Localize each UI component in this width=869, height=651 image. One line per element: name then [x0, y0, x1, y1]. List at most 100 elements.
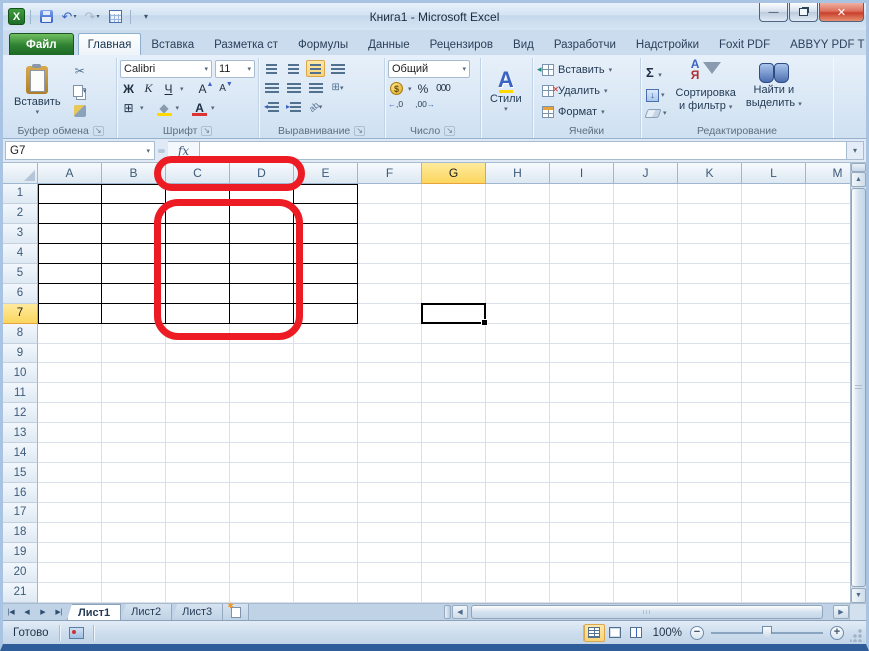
fill-color-caret[interactable]: ▾: [176, 104, 180, 112]
cell-H4[interactable]: [486, 243, 550, 264]
cell-J9[interactable]: [614, 343, 678, 364]
cell-F12[interactable]: [358, 403, 422, 424]
cell-G1[interactable]: [422, 184, 486, 204]
cell-L17[interactable]: [742, 503, 806, 523]
tab-foxit-pdf[interactable]: Foxit PDF: [709, 33, 780, 55]
cell-A8[interactable]: [38, 323, 102, 344]
cell-K4[interactable]: [678, 243, 742, 264]
cell-J4[interactable]: [614, 243, 678, 264]
align-center-button[interactable]: [284, 79, 303, 96]
cell-K19[interactable]: [678, 542, 742, 563]
cell-E14[interactable]: [294, 443, 358, 464]
cell-I6[interactable]: [550, 283, 614, 304]
cell-C20[interactable]: [166, 562, 230, 583]
cell-C9[interactable]: [166, 343, 230, 364]
column-header-M[interactable]: M: [806, 163, 850, 184]
cell-L20[interactable]: [742, 562, 806, 583]
page-layout-view-button[interactable]: [605, 624, 626, 642]
cell-K1[interactable]: [678, 184, 742, 204]
cell-F15[interactable]: [358, 463, 422, 484]
cell-M8[interactable]: [806, 323, 850, 344]
cell-M16[interactable]: [806, 483, 850, 503]
page-break-view-button[interactable]: [626, 624, 647, 642]
resize-grip[interactable]: [850, 629, 863, 642]
scroll-right-icon[interactable]: ▶: [833, 605, 849, 619]
tab-надстройки[interactable]: Надстройки: [626, 33, 709, 55]
cell-J13[interactable]: [614, 423, 678, 444]
cell-F21[interactable]: [358, 582, 422, 603]
cell-K2[interactable]: [678, 203, 742, 224]
font-size-select[interactable]: 11 ▾: [215, 60, 255, 78]
cell-D17[interactable]: [230, 503, 294, 523]
cell-L21[interactable]: [742, 582, 806, 603]
cell-I17[interactable]: [550, 503, 614, 523]
cell-G15[interactable]: [422, 463, 486, 484]
prev-sheet-button[interactable]: ◀: [19, 604, 35, 620]
cell-A1[interactable]: [38, 184, 102, 204]
cell-B1[interactable]: [102, 184, 166, 204]
cell-E8[interactable]: [294, 323, 358, 344]
column-header-I[interactable]: I: [550, 163, 614, 184]
cell-I7[interactable]: [550, 303, 614, 324]
vertical-scrollbar[interactable]: ▲ ▼: [850, 163, 866, 603]
cell-G21[interactable]: [422, 582, 486, 603]
cell-G17[interactable]: [422, 503, 486, 523]
cell-K20[interactable]: [678, 562, 742, 583]
cell-A18[interactable]: [38, 522, 102, 543]
cell-H16[interactable]: [486, 483, 550, 503]
zoom-slider[interactable]: [711, 625, 823, 639]
cell-M12[interactable]: [806, 403, 850, 424]
cell-A16[interactable]: [38, 483, 102, 503]
cell-D12[interactable]: [230, 403, 294, 424]
cell-F9[interactable]: [358, 343, 422, 364]
align-bottom-button[interactable]: [306, 60, 325, 77]
cell-E11[interactable]: [294, 383, 358, 404]
cell-H20[interactable]: [486, 562, 550, 583]
row-header-8[interactable]: 8: [3, 323, 38, 344]
tab-рецензиров[interactable]: Рецензиров: [420, 33, 503, 55]
cell-D21[interactable]: [230, 582, 294, 603]
macro-record-icon[interactable]: [68, 626, 84, 639]
cell-E9[interactable]: [294, 343, 358, 364]
cell-M18[interactable]: [806, 522, 850, 543]
cell-L2[interactable]: [742, 203, 806, 224]
cell-I11[interactable]: [550, 383, 614, 404]
cell-L10[interactable]: [742, 363, 806, 384]
cell-E21[interactable]: [294, 582, 358, 603]
cell-B14[interactable]: [102, 443, 166, 464]
cell-A13[interactable]: [38, 423, 102, 444]
styles-button[interactable]: А Стили ▾: [484, 59, 528, 123]
cell-A3[interactable]: [38, 223, 102, 244]
cell-M19[interactable]: [806, 542, 850, 563]
cell-J8[interactable]: [614, 323, 678, 344]
row-header-21[interactable]: 21: [3, 582, 38, 603]
sheet-tab-лист3[interactable]: Лист3: [172, 604, 224, 620]
percent-style-button[interactable]: %: [415, 80, 432, 97]
cell-F8[interactable]: [358, 323, 422, 344]
cell-J2[interactable]: [614, 203, 678, 224]
cell-K6[interactable]: [678, 283, 742, 304]
cell-J16[interactable]: [614, 483, 678, 503]
cell-E15[interactable]: [294, 463, 358, 484]
cell-E3[interactable]: [294, 223, 358, 244]
row-header-20[interactable]: 20: [3, 562, 38, 583]
cell-J21[interactable]: [614, 582, 678, 603]
cell-C17[interactable]: [166, 503, 230, 523]
cell-D18[interactable]: [230, 522, 294, 543]
cell-K3[interactable]: [678, 223, 742, 244]
cell-D10[interactable]: [230, 363, 294, 384]
vertical-split-handle[interactable]: [851, 163, 866, 172]
find-select-button[interactable]: Найти и выделить ▾: [741, 59, 807, 123]
excel-logo-icon[interactable]: X: [8, 8, 25, 25]
cell-G6[interactable]: [422, 283, 486, 304]
cell-G9[interactable]: [422, 343, 486, 364]
cell-H14[interactable]: [486, 443, 550, 464]
cell-J14[interactable]: [614, 443, 678, 464]
row-header-4[interactable]: 4: [3, 243, 38, 264]
cell-L6[interactable]: [742, 283, 806, 304]
cell-G16[interactable]: [422, 483, 486, 503]
cell-I13[interactable]: [550, 423, 614, 444]
fill-color-button[interactable]: ◆: [156, 99, 173, 116]
cell-I18[interactable]: [550, 522, 614, 543]
cell-F4[interactable]: [358, 243, 422, 264]
